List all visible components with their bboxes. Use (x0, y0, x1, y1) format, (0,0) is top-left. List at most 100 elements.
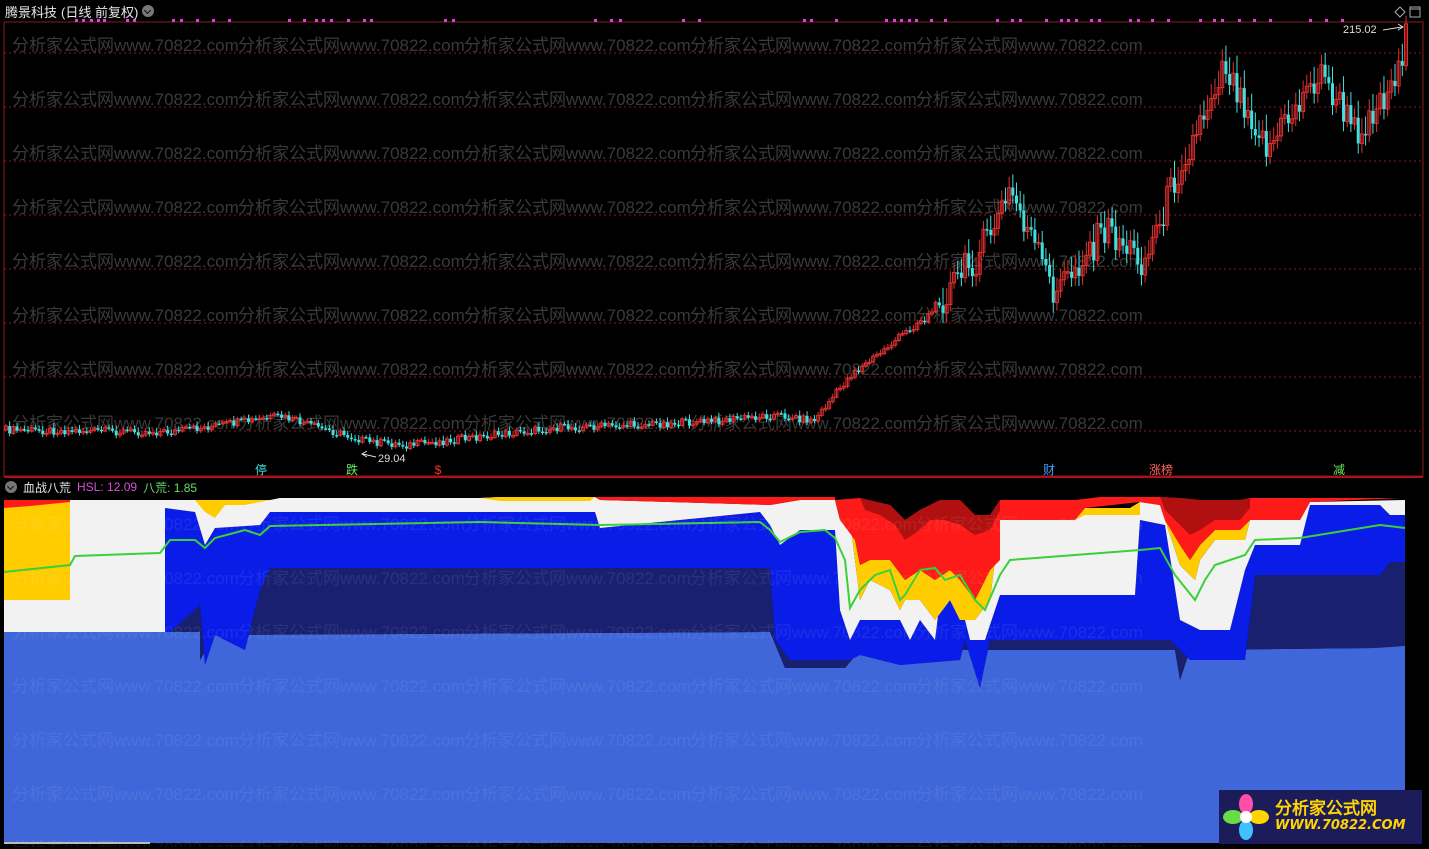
candle-body (518, 429, 522, 432)
candle-body (937, 302, 941, 306)
flower-logo-icon (1219, 790, 1273, 844)
signal-marker: 减 (1333, 463, 1345, 477)
candle-body (195, 425, 199, 431)
watermark-text: 分析家公式网www.70822.com (690, 252, 917, 271)
signal-dot (1325, 19, 1328, 22)
candle-body (1312, 83, 1316, 94)
candle-body (346, 434, 350, 438)
candle-body (673, 422, 677, 425)
watermark-text: 分析家公式网www.70822.com (12, 785, 239, 804)
signal-dot (347, 19, 350, 22)
watermark-text: 分析家公式网www.70822.com (916, 252, 1143, 271)
watermark-text: 分析家公式网www.70822.com (238, 785, 465, 804)
candle-body (401, 444, 405, 447)
watermark-text: 分析家公式网www.70822.com (238, 677, 465, 696)
candle-body (85, 431, 89, 433)
watermark-text: 分析家公式网www.70822.com (238, 252, 465, 271)
candle-body (287, 415, 291, 421)
watermark-text: 分析家公式网www.70822.com (690, 198, 917, 217)
signal-dot (1098, 19, 1101, 22)
candle-body (1224, 61, 1228, 75)
candle-body (166, 429, 170, 434)
candle-body (588, 424, 592, 427)
signal-dot (996, 19, 999, 22)
signal-marker: 财 (1043, 463, 1055, 477)
signal-dot (1011, 19, 1014, 22)
candle-body (1393, 80, 1397, 87)
yellow-band (480, 497, 595, 501)
candle-body (133, 429, 137, 433)
candle-body (1040, 242, 1044, 259)
candle-body (970, 268, 974, 277)
candle-body (1077, 267, 1081, 276)
signal-marker: 涨榜 (1149, 462, 1173, 477)
candle-body (114, 430, 118, 436)
candle-body (967, 253, 971, 269)
candle-body (1356, 117, 1360, 144)
watermark-text: 分析家公式网www.70822.com (690, 90, 917, 109)
candle-body (33, 427, 37, 430)
candle-body (280, 414, 284, 418)
candle-body (812, 418, 816, 422)
candle-body (441, 440, 445, 446)
candle-body (1139, 264, 1143, 276)
candle-body (452, 442, 456, 444)
candle-body (254, 418, 258, 421)
signal-dot (196, 19, 199, 22)
signal-marker: 停 (255, 462, 267, 477)
signal-dot (370, 19, 373, 22)
candle-body (647, 424, 651, 426)
candle-body (1132, 240, 1136, 248)
watermark-text: 分析家公式网www.70822.com (238, 90, 465, 109)
candle-body (375, 440, 379, 446)
candle-body (684, 418, 688, 421)
candle-body (397, 442, 401, 445)
logo-line-2: WWW.70822.COM (1275, 818, 1406, 834)
signal-dot (1238, 19, 1241, 22)
candle-body (702, 419, 706, 423)
signal-dot (1199, 19, 1202, 22)
watermark-text: 分析家公式网www.70822.com (464, 515, 691, 534)
candle-body (739, 418, 743, 420)
chevron-down-icon[interactable] (142, 5, 155, 17)
signal-dot (885, 19, 888, 22)
maximize-icon[interactable] (1409, 6, 1421, 18)
hsl-value: HSL: 12.09 (77, 480, 138, 494)
candle-body (147, 431, 151, 434)
indicator-title-bar: 血战八荒 HSL: 12.09 八荒: 1.85 (0, 478, 197, 496)
candle-body (985, 229, 989, 231)
candle-body (1114, 226, 1118, 251)
candle-body (37, 428, 41, 431)
watermark-text: 分析家公式网www.70822.com (690, 569, 917, 588)
signal-dot (1341, 19, 1344, 22)
watermark-text: 分析家公式网www.70822.com (464, 306, 691, 325)
candle-body (1022, 210, 1026, 232)
candle-body (107, 427, 111, 429)
signal-dot (1067, 19, 1070, 22)
candle-body (70, 430, 74, 432)
watermark-text: 分析家公式网www.70822.com (238, 360, 465, 379)
candle-body (544, 431, 548, 434)
candle-body (577, 430, 581, 432)
signal-dot (228, 19, 231, 22)
candle-body (1033, 229, 1037, 243)
signal-dot (682, 19, 685, 22)
signal-dot (1213, 19, 1216, 22)
chevron-down-icon[interactable] (5, 481, 17, 493)
watermark-text: 分析家公式网www.70822.com (916, 785, 1143, 804)
candle-body (357, 439, 361, 443)
watermark-text: 分析家公式网www.70822.com (238, 198, 465, 217)
low-price-label: 29.04 (378, 453, 406, 465)
signal-dot (322, 19, 325, 22)
watermark-text: 分析家公式网www.70822.com (238, 623, 465, 642)
watermark-text: 分析家公式网www.70822.com (690, 144, 917, 163)
candle-body (1070, 271, 1074, 278)
watermark-text: 分析家公式网www.70822.com (916, 36, 1143, 55)
candle-body (155, 432, 159, 436)
logo-line-1: 分析家公式网 (1275, 798, 1377, 819)
expand-icon[interactable] (1394, 6, 1406, 18)
candle-body (1048, 265, 1052, 277)
watermark-text: 分析家公式网www.70822.com (916, 515, 1143, 534)
watermark-text: 分析家公式网www.70822.com (916, 90, 1143, 109)
candle-body (908, 330, 912, 333)
